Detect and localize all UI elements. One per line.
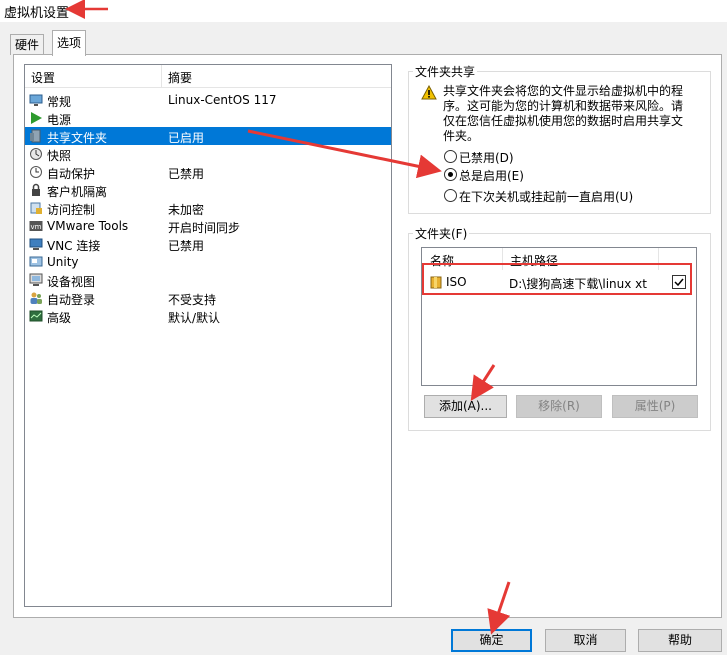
tab-options[interactable]: 选项 xyxy=(52,30,87,56)
arrow-to-always-enabled xyxy=(247,129,442,179)
arrow-to-ok-button xyxy=(487,581,511,635)
annotation-arrows xyxy=(65,0,511,635)
arrow-to-add-button xyxy=(470,364,496,402)
